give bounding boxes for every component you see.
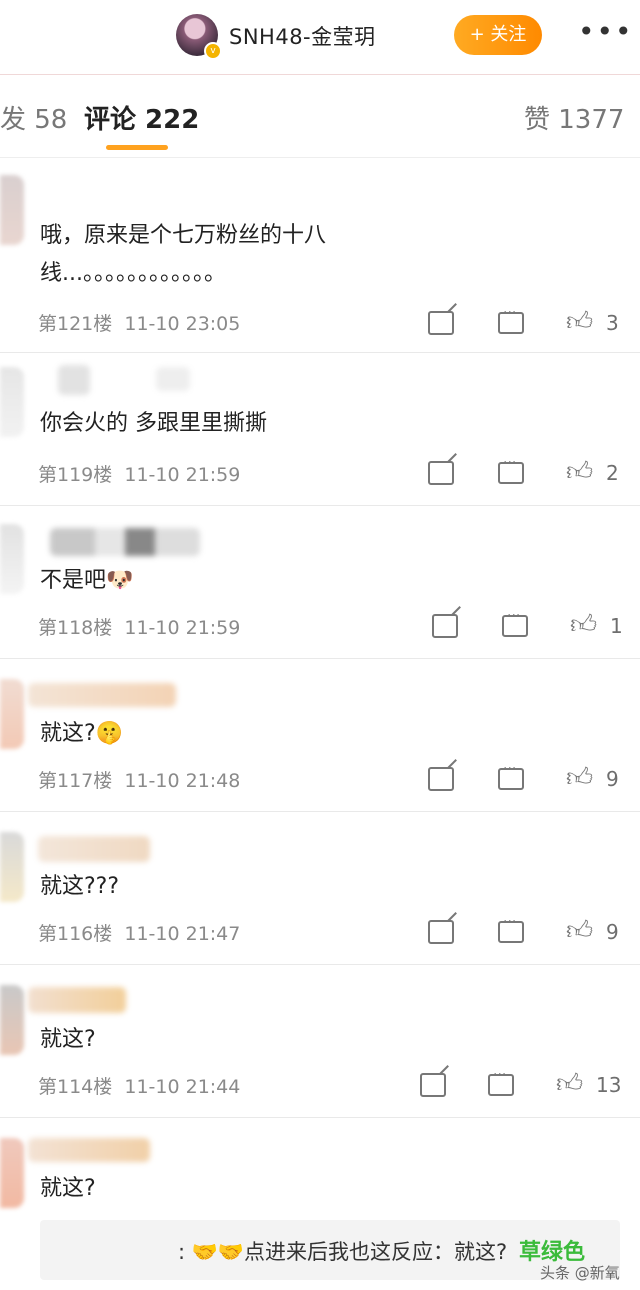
like-count: 1 — [610, 614, 623, 638]
like-count: 9 — [606, 920, 619, 944]
floor-number: 第119楼 — [38, 464, 113, 486]
avatar[interactable] — [0, 679, 24, 749]
comment-item: 就这?🤫 第117楼 11-10 21:48 👍︎ 9 — [0, 659, 640, 812]
verified-badge-icon: v — [204, 42, 222, 60]
avatar[interactable] — [0, 175, 24, 245]
floor-number: 第114楼 — [38, 1076, 113, 1098]
reply-icon[interactable] — [498, 305, 524, 334]
comment-meta: 第121楼 11-10 23:05 — [38, 309, 240, 336]
username-blurred[interactable] — [38, 836, 150, 862]
reply-icon[interactable] — [498, 761, 524, 790]
comment-meta: 第117楼 11-10 21:48 — [38, 766, 240, 793]
share-icon[interactable] — [428, 767, 454, 791]
comment-text: 你会火的 多跟里里撕撕 — [40, 411, 267, 436]
reply-icon[interactable] — [488, 1067, 514, 1096]
tab-likes[interactable]: 赞 1377 — [524, 99, 624, 136]
comment-text: 就这? — [40, 1027, 96, 1052]
timestamp: 11-10 21:44 — [124, 1076, 241, 1098]
comment-text: 不是吧🐶 — [40, 568, 134, 593]
like-count: 3 — [606, 311, 619, 335]
comment-meta: 第114楼 11-10 21:44 — [38, 1072, 240, 1099]
floor-number: 第121楼 — [38, 313, 113, 335]
floor-number: 第116楼 — [38, 923, 113, 945]
like-count: 2 — [606, 461, 619, 485]
share-icon[interactable] — [428, 461, 454, 485]
like-count: 9 — [606, 767, 619, 791]
watermark-toutiao: 头条 @新氧 — [540, 1264, 620, 1282]
timestamp: 11-10 23:05 — [124, 313, 241, 335]
reply-icon[interactable] — [498, 455, 524, 484]
floor-number: 第117楼 — [38, 770, 113, 792]
comment-meta: 第119楼 11-10 21:59 — [38, 460, 240, 487]
username-blurred[interactable] — [28, 683, 176, 707]
username-blurred[interactable] — [28, 987, 126, 1013]
like-icon[interactable]: 👍︎ — [556, 1071, 583, 1097]
username-blurred[interactable] — [50, 528, 200, 556]
comment-text: 就这? — [40, 1176, 96, 1201]
reply-preview-text: : 🤝🤝点进来后我也这反应：就这? — [178, 1240, 508, 1264]
reply-icon[interactable] — [498, 914, 524, 943]
timestamp: 11-10 21:47 — [124, 923, 241, 945]
share-icon[interactable] — [432, 614, 458, 638]
username-blurred[interactable] — [28, 1138, 150, 1162]
comment-item: 就这? — [0, 1118, 640, 1228]
comment-text: 哦，原来是个七万粉丝的十八 线...。。。。。。。。。。。。 — [40, 223, 327, 286]
avatar[interactable] — [0, 524, 24, 594]
like-icon[interactable]: 👍︎ — [566, 918, 593, 944]
share-icon[interactable] — [428, 920, 454, 944]
profile-header: v SNH48-金莹玥 + 关注 ••• — [0, 0, 640, 74]
share-icon[interactable] — [420, 1073, 446, 1097]
comment-item: 不是吧🐶 第118楼 11-10 21:59 👍︎ 1 — [0, 506, 640, 659]
tab-reposts[interactable]: 发 58 — [0, 99, 67, 136]
like-icon[interactable]: 👍︎ — [566, 765, 593, 791]
timestamp: 11-10 21:48 — [124, 770, 241, 792]
username-blurred[interactable] — [156, 367, 190, 391]
comment-meta: 第118楼 11-10 21:59 — [38, 613, 240, 640]
avatar[interactable] — [0, 832, 24, 902]
active-tab-indicator — [106, 145, 168, 150]
comment-item: 就这? 第114楼 11-10 21:44 👍︎ 13 — [0, 965, 640, 1118]
avatar[interactable] — [0, 985, 24, 1055]
comment-text: 就这??? — [40, 874, 120, 899]
timestamp: 11-10 21:59 — [124, 464, 241, 486]
comment-text: 就这?🤫 — [40, 721, 124, 746]
comment-list: 哦，原来是个七万粉丝的十八 线...。。。。。。。。。。。。 第121楼 11-… — [0, 157, 640, 1228]
timestamp: 11-10 21:59 — [124, 617, 241, 639]
comment-meta: 第116楼 11-10 21:47 — [38, 919, 240, 946]
like-icon[interactable]: 👍︎ — [570, 612, 597, 638]
avatar[interactable] — [0, 367, 24, 437]
tab-comments[interactable]: 评论 222 — [84, 99, 199, 136]
account-name[interactable]: SNH48-金莹玥 — [229, 21, 376, 51]
avatar[interactable] — [0, 1138, 24, 1208]
more-options-icon[interactable]: ••• — [578, 18, 632, 50]
floor-number: 第118楼 — [38, 617, 113, 639]
share-icon[interactable] — [428, 311, 454, 335]
like-icon[interactable]: 👍︎ — [566, 309, 593, 335]
username-blurred[interactable] — [58, 365, 90, 395]
comment-item: 哦，原来是个七万粉丝的十八 线...。。。。。。。。。。。。 第121楼 11-… — [0, 157, 640, 353]
like-count: 13 — [596, 1073, 622, 1097]
follow-button[interactable]: + 关注 — [454, 15, 542, 55]
comment-item: 就这??? 第116楼 11-10 21:47 👍︎ 9 — [0, 812, 640, 965]
reply-icon[interactable] — [502, 608, 528, 637]
like-icon[interactable]: 👍︎ — [566, 459, 593, 485]
tab-bar: 发 58 评论 222 赞 1377 — [0, 74, 640, 158]
comment-item: 你会火的 多跟里里撕撕 第119楼 11-10 21:59 👍︎ 2 — [0, 353, 640, 506]
